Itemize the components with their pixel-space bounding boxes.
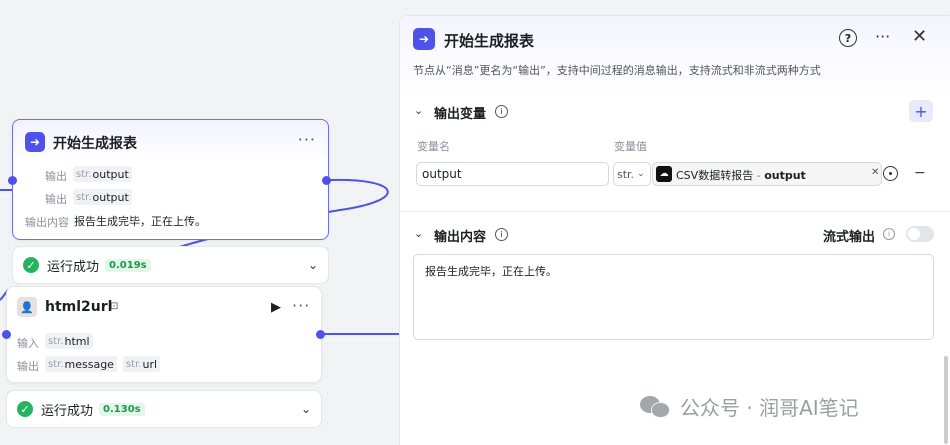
stream-output-toggle[interactable] [906, 226, 934, 242]
wechat-icon [640, 395, 670, 419]
var-chip: str. output [73, 166, 132, 182]
chevron-down-icon[interactable]: ⌄ [301, 402, 311, 416]
info-icon: i [883, 228, 895, 240]
more-menu-icon[interactable]: ··· [298, 130, 316, 149]
run-status-bar[interactable]: ✓ 运行成功 0.130s ⌄ [6, 390, 322, 428]
variable-reference-select[interactable]: ☁ CSV数据转报告 - output ✕ [652, 162, 882, 186]
col-header-name: 变量名 [417, 140, 450, 153]
output-chips: str. message str. url [45, 356, 166, 372]
variable-type-select[interactable]: str. ⌄ [613, 162, 651, 186]
plugin-avatar-icon: 👤 [17, 297, 37, 317]
node-html2url[interactable]: 👤 html2url ⊡ ▶ ··· 输入 str. html 输出 str. me… [6, 286, 322, 383]
section-title-output-vars: 输出变量 [434, 107, 487, 122]
success-check-icon: ✓ [23, 257, 39, 273]
var-chip: str. url [122, 356, 161, 372]
variable-name-input[interactable]: output [416, 162, 609, 186]
ref-variable: output [764, 169, 806, 182]
info-icon: i [495, 228, 508, 241]
output-chips: str. output [73, 189, 138, 205]
node-config-panel: ➜ 开始生成报表 ? ··· ✕ 节点从“消息”更名为“输出”，支持中间过程的消… [399, 15, 950, 445]
section-title-output-content: 输出内容 [434, 230, 487, 245]
output-chips: str. output [73, 166, 138, 182]
info-icon: i [495, 105, 508, 118]
run-time-badge: 0.130s [99, 402, 145, 416]
play-icon[interactable]: ▶ [271, 300, 281, 315]
output-node-icon: ➜ [25, 132, 45, 152]
success-check-icon: ✓ [17, 401, 33, 417]
node-title: 开始生成报表 [53, 136, 137, 152]
output-port[interactable] [322, 176, 331, 185]
add-variable-button[interactable]: + [909, 100, 933, 122]
stream-output-label: 流式输出 [823, 230, 876, 245]
col-header-value: 变量值 [614, 140, 647, 153]
input-port[interactable] [2, 330, 11, 339]
node-title: html2url [45, 299, 113, 315]
output-port[interactable] [316, 330, 325, 339]
output-content-editor[interactable]: 报告生成完毕，正在上传。 [413, 254, 934, 340]
collapse-chevron-icon[interactable]: ⌄ [414, 104, 423, 117]
panel-scrollbar[interactable] [944, 356, 948, 444]
panel-description: 节点从“消息”更名为“输出”，支持中间过程的消息输出，支持流式和非流式两种方式 [413, 64, 821, 77]
run-status-label: 运行成功 [47, 259, 100, 275]
content-value: 报告生成完毕，正在上传。 [74, 215, 206, 228]
section-divider [400, 211, 950, 212]
watermark: 公众号 · 润哥AI笔记 [640, 392, 859, 421]
more-menu-icon[interactable]: ··· [875, 27, 890, 46]
row-label: 输入 [17, 337, 39, 350]
node-start-report[interactable]: ➜ 开始生成报表 ··· 输出 str. output 输出 str. output… [12, 119, 329, 240]
help-icon[interactable]: ? [839, 29, 857, 47]
var-chip: str. html [45, 333, 93, 349]
chevron-down-icon[interactable]: ⌄ [308, 258, 318, 272]
run-time-badge: 0.019s [105, 258, 151, 272]
source-node-icon: ☁ [656, 166, 672, 182]
row-label: 输出 [17, 360, 39, 373]
ref-source-node: CSV数据转报告 [676, 169, 754, 182]
content-label: 输出内容 [25, 216, 69, 229]
clear-icon[interactable]: ✕ [871, 167, 879, 178]
plugin-tag-icon: ⊡ [110, 301, 119, 312]
more-menu-icon[interactable]: ··· [292, 296, 310, 315]
input-chips: str. html [45, 333, 99, 349]
row-label: 输出 [45, 170, 67, 183]
input-port[interactable] [8, 176, 17, 185]
output-node-icon: ➜ [413, 28, 435, 50]
run-status-label: 运行成功 [41, 403, 94, 419]
close-icon[interactable]: ✕ [912, 26, 927, 47]
collapse-chevron-icon[interactable]: ⌄ [414, 227, 423, 240]
remove-variable-icon[interactable]: − [914, 165, 926, 181]
var-chip: str. message [45, 356, 117, 372]
panel-title: 开始生成报表 [444, 32, 535, 50]
run-status-bar[interactable]: ✓ 运行成功 0.019s ⌄ [12, 246, 329, 284]
variable-picker-icon[interactable] [883, 166, 898, 181]
panel-header-bg [400, 16, 950, 96]
row-label: 输出 [45, 193, 67, 206]
var-chip: str. output [73, 189, 132, 205]
